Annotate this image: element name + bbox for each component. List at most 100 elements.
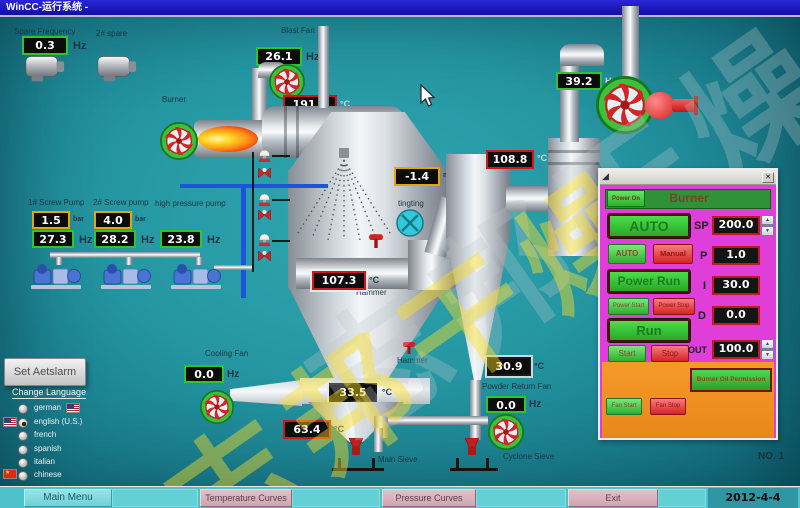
fan-start-button[interactable]: Fan Start bbox=[606, 398, 642, 415]
cyclone-sieve-valve-icon[interactable] bbox=[462, 438, 482, 456]
bottom-toolbar: Main Menu Temperature Curves Pressure Cu… bbox=[0, 486, 800, 508]
exit-button[interactable]: Exit bbox=[568, 489, 658, 507]
powder-return-fan-display: 0.0 bbox=[486, 396, 526, 413]
blast-fan-label: Blast Fan bbox=[281, 26, 315, 35]
dome-valve-icon[interactable] bbox=[257, 149, 272, 162]
cooling-fan-label: Cooling Fan bbox=[205, 349, 248, 358]
cooling-duct bbox=[230, 380, 302, 406]
radio-italian[interactable] bbox=[18, 458, 28, 468]
main-menu-button[interactable]: Main Menu bbox=[24, 489, 112, 507]
power-stop-button[interactable]: Power Stop bbox=[653, 298, 695, 315]
pump1-freq-unit: Hz bbox=[79, 234, 92, 246]
cyclone-inlet-temp-unit: °C bbox=[537, 153, 547, 163]
radio-german[interactable] bbox=[18, 404, 28, 414]
bed-temp-unit: °C bbox=[382, 387, 392, 397]
i-label: I bbox=[703, 280, 706, 292]
dome-valve-icon[interactable] bbox=[257, 193, 272, 206]
language-option-german[interactable]: german bbox=[34, 403, 61, 412]
cyclone-hopper-temp-display: 30.9 bbox=[487, 357, 531, 376]
sp-spin-up-icon: ▲ bbox=[761, 215, 774, 225]
language-option-english[interactable]: english (U.S.) bbox=[34, 417, 82, 426]
hammer-2-icon[interactable] bbox=[402, 340, 416, 354]
cooling-fan-display: 0.0 bbox=[184, 365, 224, 383]
silencer-flange bbox=[548, 162, 600, 165]
temperature-curves-button[interactable]: Temperature Curves bbox=[200, 489, 292, 507]
pump2-pressure-display: 4.0 bbox=[94, 211, 132, 229]
bed-temp-display: 33.5 bbox=[329, 383, 377, 402]
sieve-stand-base bbox=[332, 468, 384, 471]
sp-label: SP bbox=[694, 220, 709, 232]
exhaust-stack-pipe bbox=[622, 6, 639, 80]
pump-header-pipe bbox=[50, 252, 200, 258]
main-sieve-valve-icon[interactable] bbox=[346, 438, 366, 456]
panel-orange-section: Burner Oil Permission Fan Start Fan Stop bbox=[602, 362, 774, 438]
feed-riser-blue bbox=[241, 188, 246, 298]
toolbar-segment bbox=[112, 489, 198, 507]
burner-oil-permission-button[interactable]: Burner Oil Permission bbox=[690, 368, 772, 392]
valve-branch-line bbox=[272, 155, 290, 157]
power-run-button[interactable]: Power Run bbox=[608, 270, 690, 293]
control-valve-icon[interactable] bbox=[257, 209, 272, 221]
burner-fan-icon bbox=[160, 122, 198, 160]
butterfly-valve-icon[interactable] bbox=[396, 209, 424, 237]
sp-field[interactable]: 200.0 bbox=[712, 216, 760, 235]
pump2-freq-unit: Hz bbox=[141, 234, 154, 246]
cn-flag-icon: ★ bbox=[3, 469, 17, 479]
high-pressure-pump-icon bbox=[170, 260, 222, 290]
stop-button[interactable]: Stop bbox=[651, 345, 689, 362]
tower-pressure-display: -1.4 bbox=[394, 167, 440, 186]
burner-label: Burner bbox=[162, 95, 186, 104]
main-sieve-label: Main Sieve bbox=[378, 455, 418, 464]
pressure-curves-button[interactable]: Pressure Curves bbox=[382, 489, 476, 507]
set-alarm-button[interactable]: Set Aetslarm bbox=[4, 358, 86, 386]
language-option-french[interactable]: french bbox=[34, 430, 56, 439]
d-field[interactable]: 0.0 bbox=[712, 306, 760, 325]
screw-pump-2-icon bbox=[100, 260, 152, 290]
spare2-label: 2# spare bbox=[96, 29, 127, 38]
power-start-button[interactable]: Power Start bbox=[608, 298, 649, 315]
mouse-cursor-icon bbox=[420, 84, 438, 108]
powder-return-drop bbox=[374, 428, 383, 452]
panel-title: Burner bbox=[606, 191, 772, 205]
burner-panel-window: ◢ ✕ Power On Burner AUTO SP 200.0 ▲ ▼ AU… bbox=[598, 168, 778, 440]
radio-chinese[interactable] bbox=[18, 471, 28, 481]
control-valve-icon[interactable] bbox=[257, 167, 272, 179]
radio-spanish[interactable] bbox=[18, 445, 28, 455]
product-temp-unit: °C bbox=[334, 424, 344, 434]
pump2-label: 2# Screw pump bbox=[93, 198, 149, 207]
valve-branch-line bbox=[272, 240, 290, 242]
auto-mode-button[interactable]: AUTO bbox=[608, 214, 690, 238]
auto-button[interactable]: AUTO bbox=[608, 244, 646, 264]
run-button[interactable]: Run bbox=[608, 319, 690, 342]
tower-outlet-temp-display: 107.3 bbox=[312, 271, 366, 290]
sp-spinner[interactable]: ▲ ▼ bbox=[761, 215, 774, 236]
out-spinner[interactable]: ▲ ▼ bbox=[761, 339, 774, 360]
powder-return-fan-icon bbox=[488, 414, 524, 450]
change-language-label: Change Language bbox=[12, 387, 86, 399]
dome-valve-icon[interactable] bbox=[257, 233, 272, 246]
fan-stop-button[interactable]: Fan Stop bbox=[650, 398, 686, 415]
p-field[interactable]: 1.0 bbox=[712, 246, 760, 265]
panel-title-bar[interactable]: ◢ ✕ bbox=[600, 170, 776, 185]
pump2-freq-display: 28.2 bbox=[94, 230, 136, 248]
language-option-chinese[interactable]: chinese bbox=[34, 470, 62, 479]
radio-french[interactable] bbox=[18, 431, 28, 441]
blower-icon bbox=[645, 92, 675, 119]
manual-button[interactable]: Manual bbox=[653, 244, 693, 264]
language-option-spanish[interactable]: spanish bbox=[34, 444, 62, 453]
pump1-freq-display: 27.3 bbox=[32, 230, 74, 248]
tower-cone bbox=[288, 286, 448, 392]
i-field[interactable]: 30.0 bbox=[712, 276, 760, 295]
powder-return-fan-unit: Hz bbox=[529, 399, 541, 410]
language-option-italian[interactable]: italian bbox=[34, 457, 55, 466]
start-button[interactable]: Start bbox=[608, 345, 646, 362]
radio-english[interactable] bbox=[18, 418, 28, 428]
window-title-bar[interactable]: WinCC-运行系统 - bbox=[0, 0, 800, 17]
toolbar-segment bbox=[292, 489, 380, 507]
out-field[interactable]: 100.0 bbox=[712, 340, 760, 359]
panel-close-button[interactable]: ✕ bbox=[762, 172, 774, 183]
pump1-label: 1# Screw Pump bbox=[28, 198, 84, 207]
control-valve-icon[interactable] bbox=[257, 250, 272, 262]
hammer-icon[interactable] bbox=[368, 232, 384, 248]
valve-header-line bbox=[252, 152, 254, 272]
